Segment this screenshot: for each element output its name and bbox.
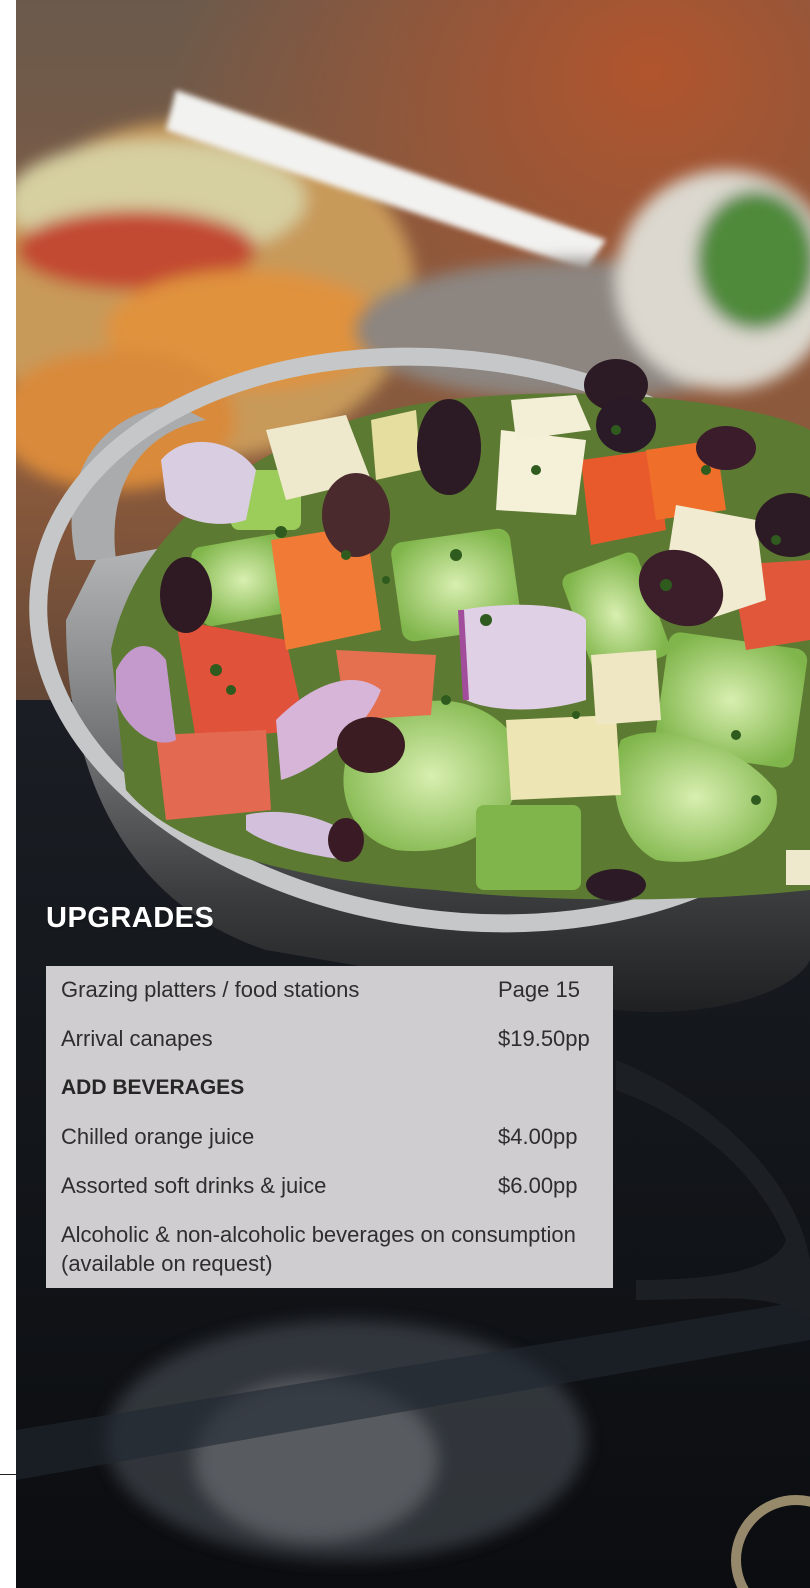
beverage-price: $6.00pp (498, 1173, 578, 1198)
beverage-label: Chilled orange juice (61, 1124, 255, 1149)
beverages-heading-row: ADD BEVERAGES (61, 1068, 599, 1108)
beverages-heading: ADD BEVERAGES (61, 1076, 245, 1099)
page-left-margin (0, 0, 16, 1588)
beverage-price: $4.00pp (498, 1124, 578, 1149)
section-title: UPGRADES (46, 902, 215, 934)
beverage-row: Assorted soft drinks & juice $6.00pp (61, 1166, 599, 1206)
beverage-note: Alcoholic & non-alcoholic beverages on c… (61, 1222, 576, 1276)
upgrade-price: Page 15 (498, 977, 580, 1002)
crop-mark (0, 1474, 16, 1475)
upgrade-row: Grazing platters / food stations Page 15 (61, 970, 599, 1010)
beverage-note-row: Alcoholic & non-alcoholic beverages on c… (61, 1220, 599, 1278)
beverage-row: Chilled orange juice $4.00pp (61, 1117, 599, 1157)
salad-bowl-photo (16, 0, 810, 1588)
upgrade-row: Arrival canapes $19.50pp (61, 1019, 599, 1059)
upgrade-label: Arrival canapes (61, 1026, 213, 1051)
upgrades-panel: Grazing platters / food stations Page 15… (46, 966, 613, 1288)
menu-page: UPGRADES Grazing platters / food station… (0, 0, 810, 1588)
beverage-label: Assorted soft drinks & juice (61, 1173, 327, 1198)
salad-bowl-image (16, 0, 810, 1588)
upgrade-label: Grazing platters / food stations (61, 977, 360, 1002)
upgrade-price: $19.50pp (498, 1026, 590, 1051)
